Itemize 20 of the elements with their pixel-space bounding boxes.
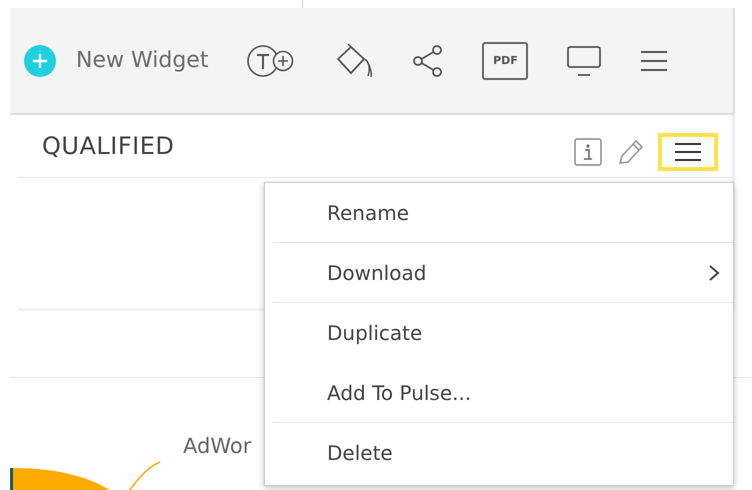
menu-item[interactable]: Download	[273, 243, 733, 303]
chart-label: AdWor	[183, 434, 252, 458]
chevron-right-icon	[707, 262, 721, 282]
menu-item[interactable]: Delete	[273, 423, 733, 483]
menu-icon	[674, 142, 702, 162]
menu-icon[interactable]	[640, 50, 668, 72]
share-icon[interactable]	[412, 44, 444, 78]
paint-bucket-icon[interactable]	[334, 42, 374, 78]
pdf-button[interactable]: PDF	[482, 42, 528, 80]
menu-item[interactable]: Duplicate	[273, 303, 733, 363]
menu-item[interactable]: Rename	[273, 183, 733, 243]
plus-icon	[24, 44, 56, 76]
widget-title: QUALIFIED	[42, 132, 176, 160]
menu-item[interactable]: Add To Pulse...	[273, 363, 733, 423]
new-widget-button[interactable]: New Widget	[24, 44, 208, 76]
add-text-icon[interactable]	[246, 42, 296, 78]
widget-menu-button[interactable]	[658, 133, 718, 171]
monitor-icon[interactable]	[566, 44, 602, 76]
pencil-icon[interactable]	[616, 137, 644, 167]
info-icon[interactable]	[574, 138, 602, 166]
